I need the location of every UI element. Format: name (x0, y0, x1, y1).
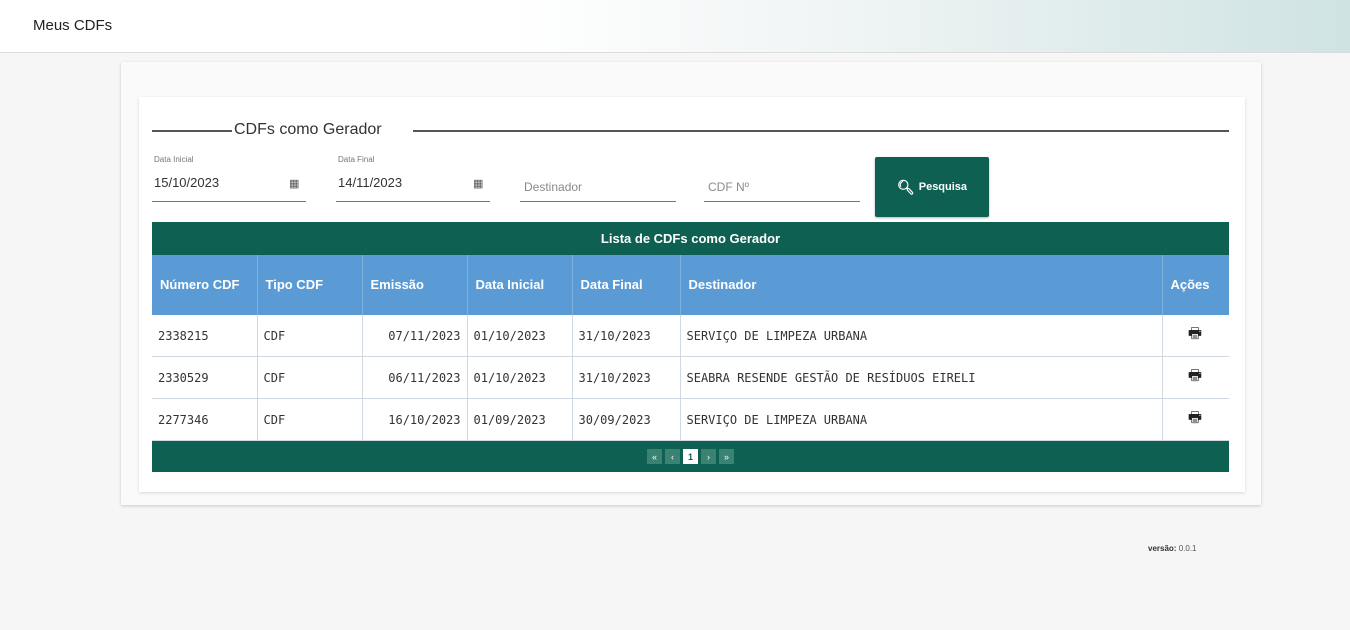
search-button-label: Pesquisa (918, 181, 968, 193)
pagination: « ‹ 1 › » (152, 441, 1229, 472)
table-row: 2277346 CDF 16/10/2023 01/09/2023 30/09/… (152, 398, 1229, 441)
data-inicial-underline (152, 201, 306, 202)
cell-destinador: SERVIÇO DE LIMPEZA URBANA (680, 398, 1163, 441)
cell-data-inicial: 01/09/2023 (467, 398, 573, 441)
cell-emissao: 06/11/2023 (362, 356, 468, 399)
destinador-placeholder[interactable]: Destinador (524, 180, 582, 194)
column-header-tipo[interactable]: Tipo CDF (257, 255, 363, 315)
legend-line-left (152, 130, 232, 132)
cell-data-final: 31/10/2023 (572, 315, 681, 357)
pagination-page-1[interactable]: 1 (683, 449, 698, 464)
table-row: 2338215 CDF 07/11/2023 01/10/2023 31/10/… (152, 315, 1229, 357)
data-final-underline (336, 201, 490, 202)
column-header-acoes: Ações (1162, 255, 1229, 315)
cdf-number-underline (704, 201, 860, 202)
version-info: versão: 0.0.1 (1148, 544, 1197, 553)
column-header-numero[interactable]: Número CDF (152, 255, 258, 315)
pagination-last-button[interactable]: » (719, 449, 734, 464)
print-icon[interactable]: 🖶︎ (1188, 324, 1202, 342)
data-final-value[interactable]: 14/11/2023 (338, 175, 402, 190)
cell-tipo: CDF (257, 315, 363, 357)
cdf-table: Número CDF Tipo CDF Emissão Data Inicial… (152, 255, 1229, 441)
destinador-underline (520, 201, 676, 202)
data-inicial-value[interactable]: 15/10/2023 (154, 175, 219, 190)
table-row: 2330529 CDF 06/11/2023 01/10/2023 31/10/… (152, 356, 1229, 399)
column-header-emissao[interactable]: Emissão (362, 255, 468, 315)
cdf-table-container: Lista de CDFs como Gerador Número CDF Ti… (152, 222, 1229, 472)
cell-data-inicial: 01/10/2023 (467, 315, 573, 357)
legend-line-right (413, 130, 1229, 132)
version-label: versão: (1148, 544, 1177, 553)
calendar-icon[interactable]: ▦ (289, 177, 299, 190)
cdf-number-placeholder[interactable]: CDF Nº (708, 180, 749, 194)
print-icon[interactable]: 🖶︎ (1188, 408, 1202, 426)
top-bar: Meus CDFs (0, 0, 1350, 53)
cell-data-inicial: 01/10/2023 (467, 356, 573, 399)
search-icon: 🔍︎ (896, 178, 915, 195)
table-header-row: Número CDF Tipo CDF Emissão Data Inicial… (152, 255, 1229, 315)
column-header-data-inicial[interactable]: Data Inicial (467, 255, 573, 315)
cell-acoes: 🖶︎ (1162, 398, 1229, 441)
print-icon[interactable]: 🖶︎ (1188, 366, 1202, 384)
data-inicial-label: Data Inicial (154, 155, 194, 164)
data-final-label: Data Final (338, 155, 375, 164)
table-caption: Lista de CDFs como Gerador (152, 222, 1229, 255)
cell-tipo: CDF (257, 356, 363, 399)
cell-acoes: 🖶︎ (1162, 356, 1229, 399)
section-legend: CDFs como Gerador (232, 121, 384, 139)
cell-destinador: SERVIÇO DE LIMPEZA URBANA (680, 315, 1163, 357)
cell-destinador: SEABRA RESENDE GESTÃO DE RESÍDUOS EIRELI (680, 356, 1163, 399)
pagination-prev-button[interactable]: ‹ (665, 449, 680, 464)
column-header-data-final[interactable]: Data Final (572, 255, 681, 315)
cell-emissao: 07/11/2023 (362, 315, 468, 357)
cell-numero: 2338215 (152, 315, 258, 357)
cell-data-final: 31/10/2023 (572, 356, 681, 399)
search-button[interactable]: 🔍︎ Pesquisa (875, 157, 989, 217)
cell-data-final: 30/09/2023 (572, 398, 681, 441)
cell-emissao: 16/10/2023 (362, 398, 468, 441)
cell-tipo: CDF (257, 398, 363, 441)
cell-acoes: 🖶︎ (1162, 315, 1229, 357)
calendar-icon[interactable]: ▦ (473, 177, 483, 190)
cell-numero: 2330529 (152, 356, 258, 399)
pagination-first-button[interactable]: « (647, 449, 662, 464)
version-value: 0.0.1 (1178, 544, 1197, 553)
page-title: Meus CDFs (33, 17, 113, 34)
pagination-next-button[interactable]: › (701, 449, 716, 464)
cell-numero: 2277346 (152, 398, 258, 441)
column-header-destinador[interactable]: Destinador (680, 255, 1163, 315)
